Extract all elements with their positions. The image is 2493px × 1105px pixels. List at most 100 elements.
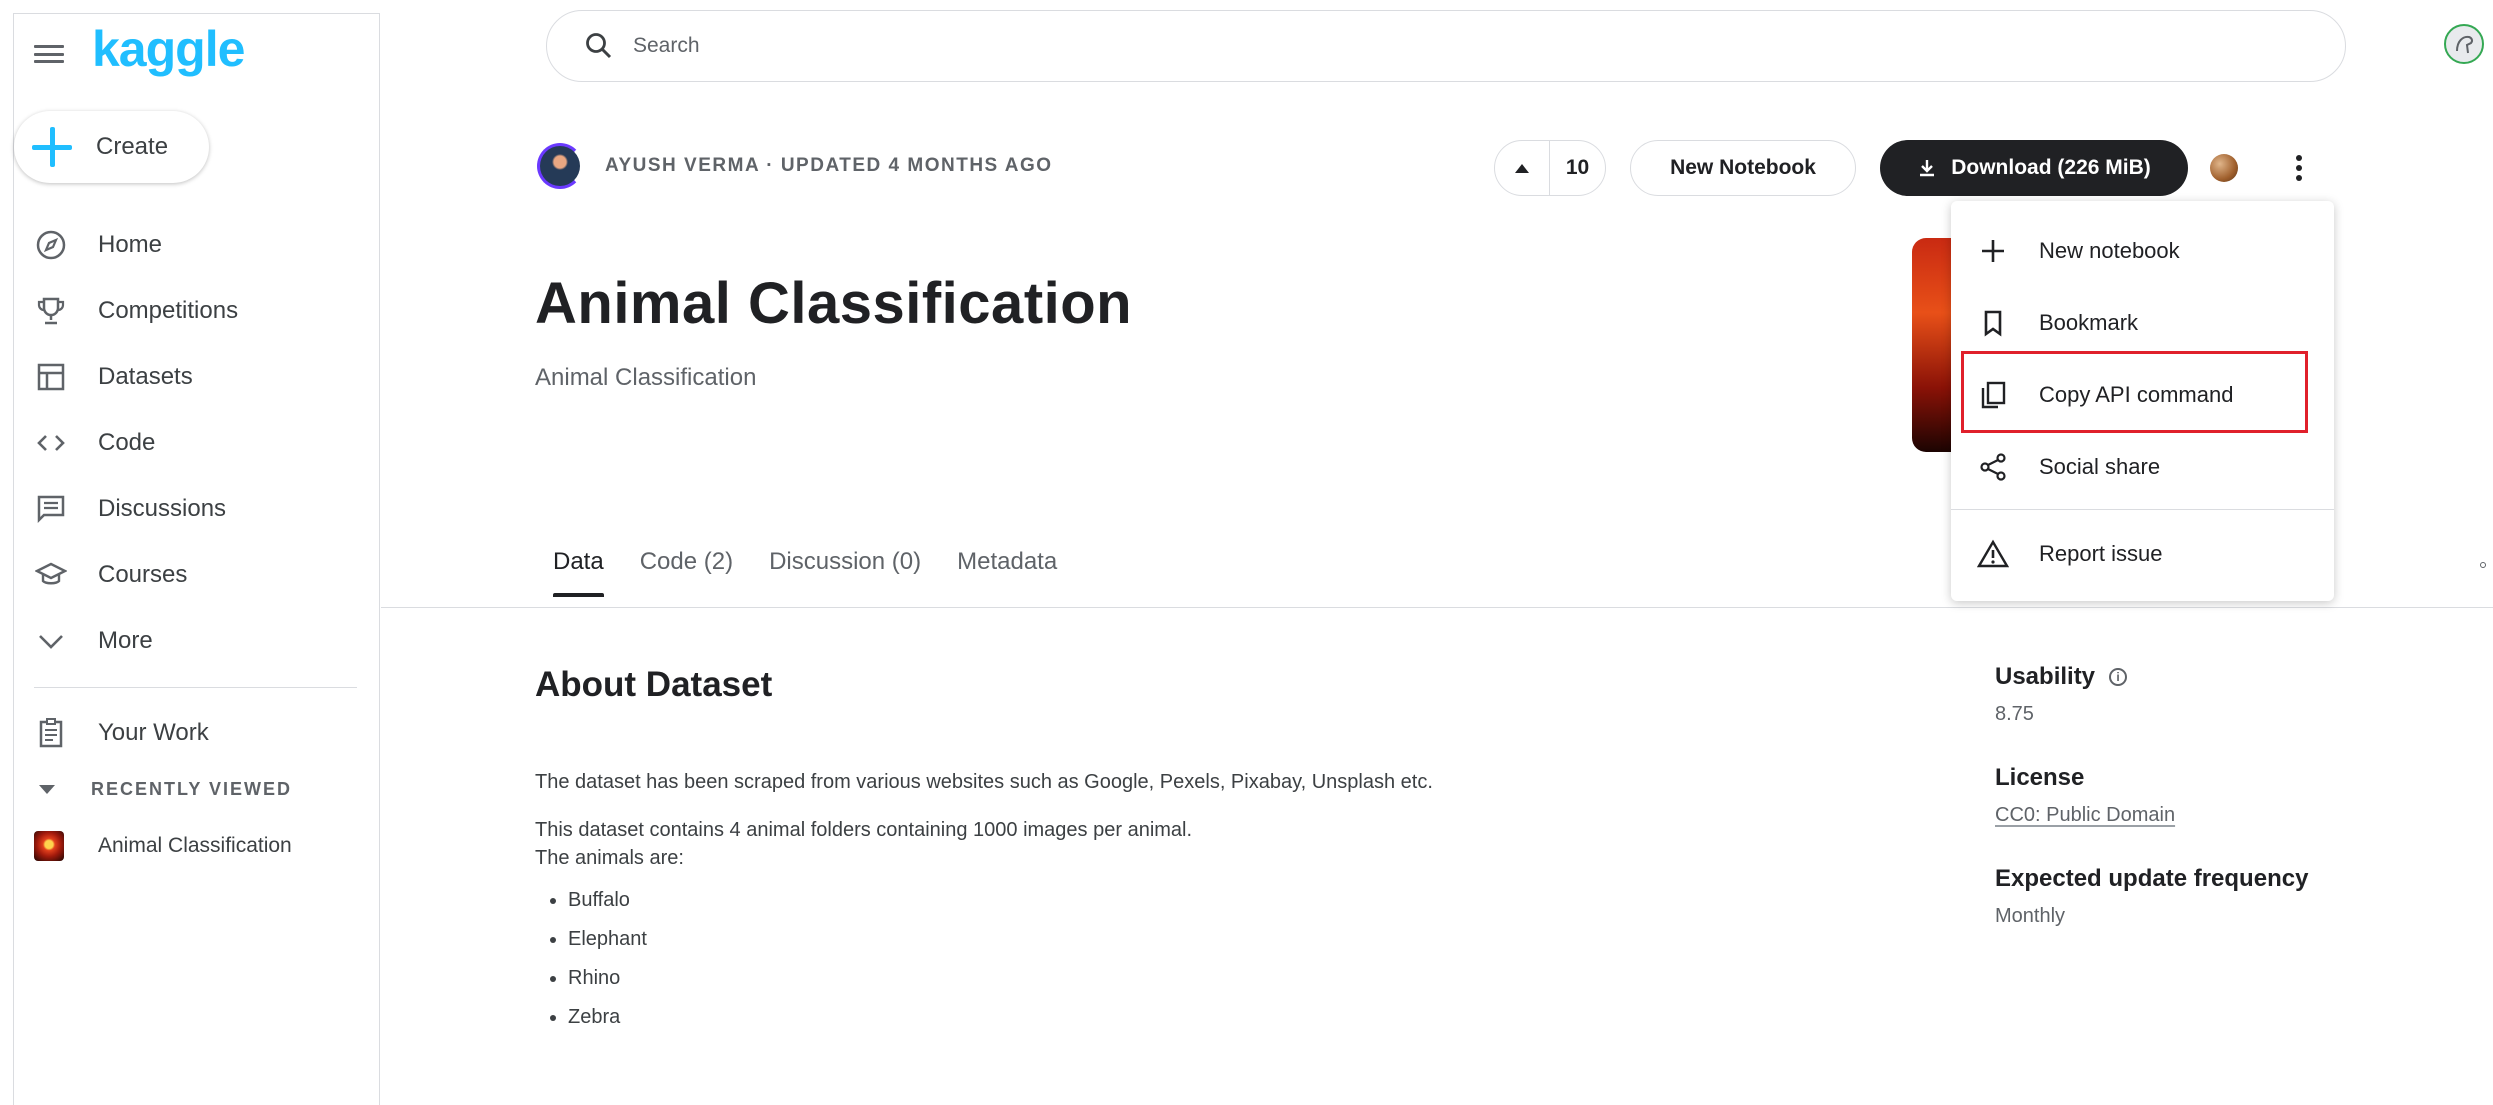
- info-icon[interactable]: i: [2109, 668, 2128, 686]
- page-title: Animal Classification: [535, 271, 1133, 336]
- menu-item-label: Social share: [2039, 454, 2161, 479]
- list-item: Buffalo: [568, 886, 1835, 914]
- dataset-cover-image: [1912, 238, 1952, 452]
- menu-icon[interactable]: [34, 42, 64, 66]
- clipboard-icon: [34, 716, 68, 750]
- search-bar[interactable]: [546, 10, 2346, 82]
- frequency-value: Monthly: [1995, 905, 2066, 927]
- about-paragraph: This dataset contains 4 animal folders c…: [535, 819, 1193, 841]
- about-heading: About Dataset: [535, 665, 773, 704]
- plus-icon: [32, 127, 72, 167]
- compass-icon: [34, 228, 68, 262]
- menu-item-social-share[interactable]: Social share: [1951, 431, 2334, 503]
- sidebar-item-code[interactable]: Code: [14, 410, 369, 476]
- menu-divider: [1951, 509, 2334, 510]
- school-icon: [34, 558, 68, 592]
- caret-down-icon: [39, 785, 55, 794]
- list-item: Rhino: [568, 964, 1835, 992]
- more-options-button[interactable]: [2284, 150, 2314, 186]
- usability-label: Usability: [1995, 663, 2096, 690]
- author-avatar[interactable]: [537, 143, 583, 189]
- create-label: Create: [96, 133, 169, 160]
- create-button[interactable]: Create: [14, 111, 209, 183]
- sidebar-item-your-work[interactable]: Your Work: [14, 700, 209, 766]
- menu-item-label: New notebook: [2039, 238, 2180, 263]
- kaggle-logo[interactable]: kaggle: [92, 24, 245, 74]
- list-item: Zebra: [568, 1003, 1835, 1031]
- tab-code[interactable]: Code (2): [622, 548, 751, 594]
- sidebar-item-more[interactable]: More: [14, 608, 369, 674]
- about-paragraph: The dataset has been scraped from variou…: [535, 771, 1433, 793]
- sidebar-item-competitions[interactable]: Competitions: [14, 278, 369, 344]
- sidebar-item-label: Competitions: [98, 297, 239, 324]
- page-subtitle: Animal Classification: [535, 364, 757, 391]
- recent-item[interactable]: Animal Classification: [34, 831, 292, 861]
- frequency-label: Expected update frequency: [1995, 865, 2309, 892]
- sidebar-nav: Home Competitions Datasets Code Discussi…: [14, 212, 369, 674]
- recently-viewed-label: RECENTLY VIEWED: [91, 779, 293, 799]
- recent-item-label: Animal Classification: [98, 834, 292, 857]
- new-notebook-button[interactable]: New Notebook: [1630, 140, 1856, 196]
- sidebar-item-label: Code: [98, 429, 156, 456]
- frequency-block: Expected update frequency Monthly: [1995, 865, 2395, 928]
- usability-block: Usability i 8.75: [1995, 663, 2395, 726]
- highlight-box: [1961, 351, 2308, 433]
- dataset-tabs: Data Code (2) Discussion (0) Metadata: [535, 548, 1075, 597]
- sidebar-item-label: Home: [98, 231, 163, 258]
- about-paragraph: The animals are:: [535, 847, 684, 869]
- sidebar-item-label: Discussions: [98, 495, 227, 522]
- user-avatar[interactable]: [2444, 24, 2484, 64]
- warning-icon: [1975, 536, 2011, 572]
- trophy-icon: [34, 294, 68, 328]
- plus-icon: [1975, 233, 2011, 269]
- scroll-indicator: [2480, 562, 2486, 568]
- tab-data[interactable]: Data: [535, 548, 622, 597]
- menu-item-label: Bookmark: [2039, 310, 2139, 335]
- download-button[interactable]: Download (226 MiB): [1880, 140, 2188, 196]
- tab-discussion[interactable]: Discussion (0): [751, 548, 939, 594]
- menu-item-report-issue[interactable]: Report issue: [1951, 518, 2334, 590]
- download-icon: [1920, 160, 1935, 177]
- tab-metadata[interactable]: Metadata: [939, 548, 1075, 594]
- byline-text: AYUSH VERMA · UPDATED 4 MONTHS AGO: [605, 155, 1053, 176]
- share-icon: [1975, 449, 2011, 485]
- license-block: License CC0: Public Domain: [1995, 764, 2395, 827]
- search-input[interactable]: [633, 34, 2233, 58]
- your-work-row[interactable]: Your Work: [14, 700, 209, 766]
- arrow-up-icon: [1515, 163, 1529, 173]
- recently-viewed-header[interactable]: RECENTLY VIEWED: [34, 779, 292, 800]
- upvote-control: 10: [1494, 140, 1606, 196]
- dataset-thumbnail: [34, 831, 64, 861]
- bird-icon: [2456, 35, 2474, 54]
- upvote-button[interactable]: [1495, 141, 1550, 195]
- download-label: Download (226 MiB): [1951, 156, 2151, 179]
- about-body: The dataset has been scraped from variou…: [535, 768, 1835, 1042]
- license-label: License: [1995, 764, 2085, 791]
- sidebar-item-home[interactable]: Home: [14, 212, 369, 278]
- dataset-meta: Usability i 8.75 License CC0: Public Doma…: [1995, 663, 2395, 966]
- vote-count: 10: [1565, 156, 1590, 179]
- menu-item-bookmark[interactable]: Bookmark: [1951, 287, 2334, 359]
- chevron-down-icon: [34, 624, 68, 658]
- brand: kaggle: [34, 24, 245, 74]
- menu-item-new-notebook[interactable]: New notebook: [1951, 215, 2334, 287]
- tabs-divider: [381, 607, 2493, 608]
- bookmark-icon: [1975, 305, 2011, 341]
- sidebar-item-label: Courses: [98, 561, 188, 588]
- sidebar-item-datasets[interactable]: Datasets: [14, 344, 369, 410]
- code-icon: [34, 426, 68, 460]
- your-work-label: Your Work: [98, 719, 209, 746]
- list-item: Elephant: [568, 925, 1835, 953]
- kaggle-points-icon[interactable]: [2210, 154, 2238, 182]
- usability-value: 8.75: [1995, 703, 2034, 725]
- sidebar-item-courses[interactable]: Courses: [14, 542, 369, 608]
- comment-icon: [34, 492, 68, 526]
- sidebar-item-label: More: [98, 627, 153, 654]
- search-icon: [583, 30, 615, 62]
- sidebar: kaggle Create Home Competitions Datasets: [13, 13, 380, 1105]
- sidebar-item-label: Datasets: [98, 363, 193, 390]
- sidebar-item-discussions[interactable]: Discussions: [14, 476, 369, 542]
- table-icon: [34, 360, 68, 394]
- menu-item-label: Report issue: [2039, 541, 2163, 566]
- license-link[interactable]: CC0: Public Domain: [1995, 804, 2395, 827]
